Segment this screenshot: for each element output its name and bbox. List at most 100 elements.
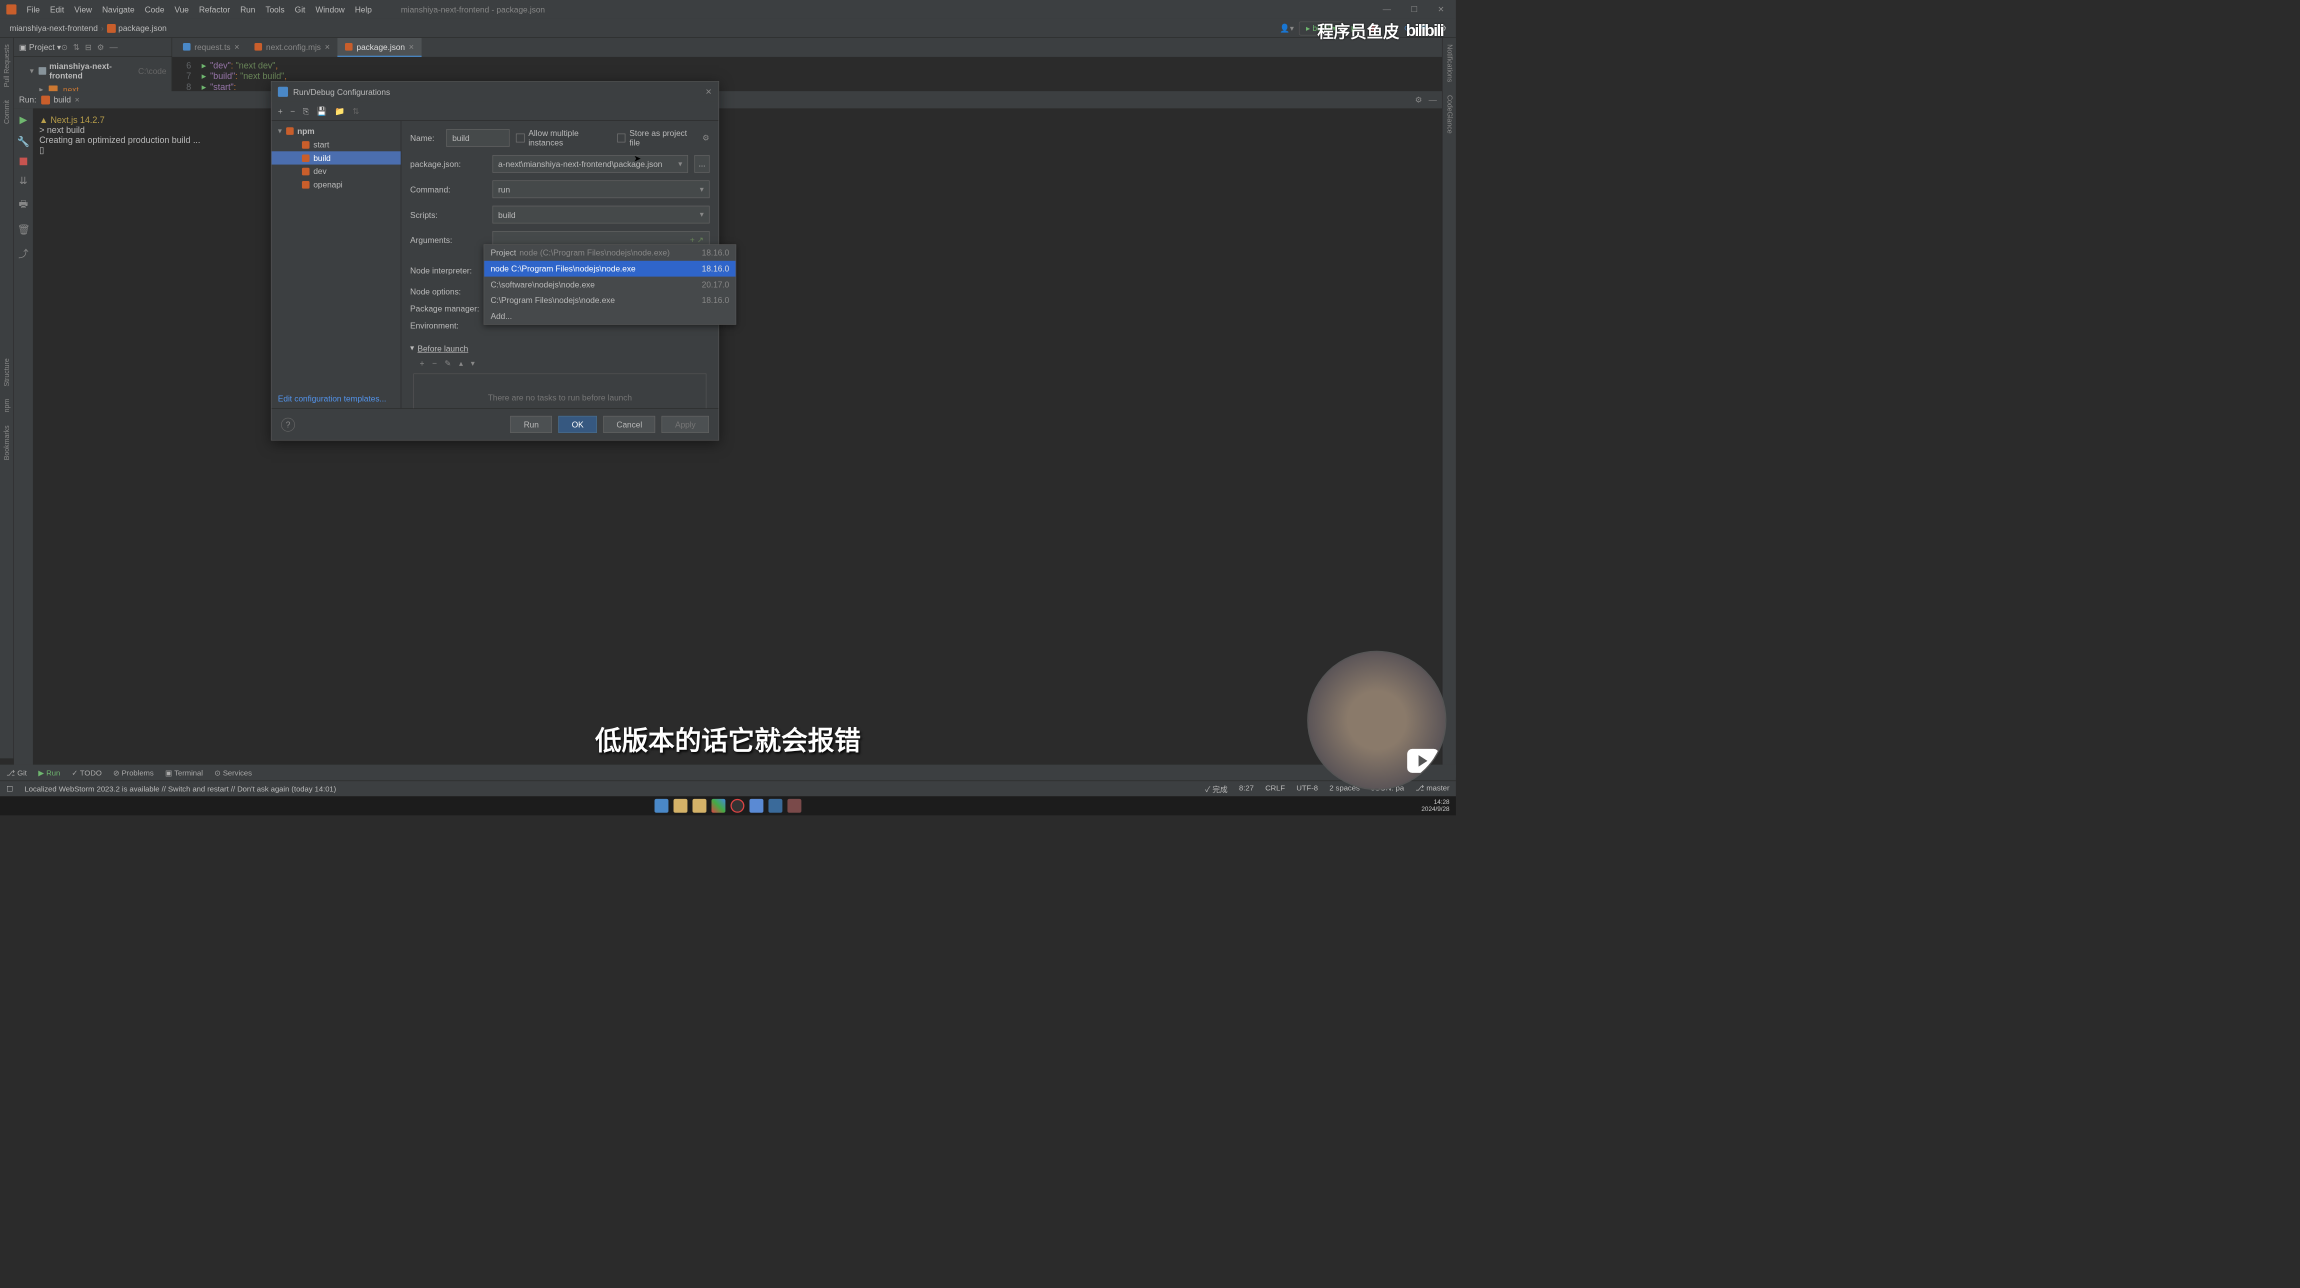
- select-opened-icon[interactable]: ⊙: [61, 42, 68, 52]
- dropdown-item-program-files-node[interactable]: C:\Program Files\nodejs\node.exe18.16.0: [484, 292, 735, 308]
- dropdown-item-add[interactable]: Add...: [484, 308, 735, 324]
- remove-task-icon[interactable]: −: [432, 358, 437, 368]
- config-item-start[interactable]: start: [272, 138, 401, 151]
- close-icon[interactable]: ×: [234, 42, 239, 52]
- todo-tool-tab[interactable]: ✓ TODO: [72, 768, 102, 777]
- config-type-npm[interactable]: ▾npm: [272, 124, 401, 138]
- commit-tab[interactable]: Commit: [3, 100, 11, 124]
- gutter-run-icon[interactable]: ▸: [197, 60, 210, 71]
- folder-icon[interactable]: 📁: [335, 106, 345, 116]
- gear-icon[interactable]: ⚙: [702, 133, 709, 143]
- settings-icon[interactable]: ⚙: [97, 42, 104, 52]
- package-json-field[interactable]: a-next\mianshiya-next-frontend\package.j…: [492, 155, 688, 173]
- tab-next-config[interactable]: next.config.mjs×: [247, 38, 337, 57]
- notification-text[interactable]: Localized WebStorm 2023.2 is available /…: [25, 784, 337, 793]
- taskbar-folder-icon[interactable]: [693, 799, 707, 813]
- config-item-openapi[interactable]: openapi: [272, 178, 401, 191]
- menu-window[interactable]: Window: [310, 5, 349, 14]
- close-icon[interactable]: ×: [409, 42, 414, 52]
- export-icon[interactable]: ⤴: [18, 246, 28, 261]
- terminal-tool-tab[interactable]: ▣ Terminal: [165, 768, 203, 777]
- problems-tool-tab[interactable]: ⊘ Problems: [113, 768, 154, 777]
- status-cursor-pos[interactable]: 8:27: [1239, 783, 1254, 794]
- taskbar-chrome-icon[interactable]: [711, 799, 725, 813]
- edit-task-icon[interactable]: ✎: [444, 358, 451, 368]
- down-icon[interactable]: ▾: [471, 358, 475, 368]
- menu-edit[interactable]: Edit: [45, 5, 69, 14]
- dialog-close-icon[interactable]: ✕: [705, 87, 712, 97]
- taskbar-webstorm-icon[interactable]: [768, 799, 782, 813]
- trash-icon[interactable]: 🗑: [17, 223, 30, 236]
- scripts-field[interactable]: build▾: [492, 206, 709, 224]
- close-icon[interactable]: ×: [325, 42, 330, 52]
- maximize-icon[interactable]: ☐: [1406, 4, 1424, 14]
- menu-vue[interactable]: Vue: [169, 5, 193, 14]
- services-tool-tab[interactable]: ⊙ Services: [214, 768, 252, 777]
- git-tool-tab[interactable]: ⎇ Git: [6, 768, 27, 777]
- command-field[interactable]: run▾: [492, 180, 709, 198]
- ok-button[interactable]: OK: [558, 416, 596, 433]
- run-settings-icon[interactable]: ⚙: [1415, 95, 1422, 105]
- add-config-icon[interactable]: +: [278, 106, 283, 115]
- user-icon[interactable]: 👤▾: [1280, 23, 1294, 33]
- wrench-icon[interactable]: 🔧: [17, 135, 30, 148]
- config-item-dev[interactable]: dev: [272, 165, 401, 178]
- menu-git[interactable]: Git: [290, 5, 311, 14]
- menu-tools[interactable]: Tools: [260, 5, 289, 14]
- close-icon[interactable]: ✕: [1433, 4, 1450, 14]
- taskbar-app2-icon[interactable]: [787, 799, 801, 813]
- minimize-icon[interactable]: —: [1378, 4, 1396, 14]
- run-console[interactable]: ▲ Next.js 14.2.7 > next build Creating a…: [33, 108, 1442, 777]
- copy-config-icon[interactable]: ⎘: [303, 106, 310, 116]
- expand-all-icon[interactable]: ⇅: [73, 42, 80, 52]
- scroll-icon[interactable]: ⇊: [19, 175, 27, 188]
- stop-icon[interactable]: [20, 158, 28, 166]
- browse-button[interactable]: ...: [694, 155, 709, 173]
- menu-view[interactable]: View: [69, 5, 97, 14]
- rerun-icon[interactable]: ▶: [20, 113, 28, 126]
- status-icon[interactable]: ☐: [6, 784, 13, 793]
- add-task-icon[interactable]: +: [420, 358, 425, 368]
- remove-config-icon[interactable]: −: [290, 106, 295, 115]
- config-item-build[interactable]: build: [272, 151, 401, 164]
- status-branch[interactable]: ⎇ master: [1415, 783, 1449, 794]
- run-hide-icon[interactable]: —: [1429, 95, 1437, 105]
- store-project-checkbox[interactable]: Store as project file: [617, 128, 696, 147]
- tab-package-json[interactable]: package.json×: [337, 38, 421, 57]
- taskbar-record-icon[interactable]: [730, 799, 744, 813]
- menu-navigate[interactable]: Navigate: [97, 5, 140, 14]
- run-tool-tab[interactable]: ▶ Run: [38, 768, 60, 777]
- play-icon[interactable]: [1407, 749, 1439, 773]
- name-field[interactable]: build: [446, 129, 509, 147]
- hide-icon[interactable]: —: [109, 42, 117, 52]
- edit-templates-link[interactable]: Edit configuration templates...: [272, 389, 393, 409]
- breadcrumb-project[interactable]: mianshiya-next-frontend: [6, 23, 101, 32]
- run-button[interactable]: Run: [510, 416, 552, 433]
- menu-code[interactable]: Code: [140, 5, 170, 14]
- npm-tab[interactable]: npm: [3, 399, 11, 413]
- run-tab-build[interactable]: build ×: [41, 95, 80, 104]
- bookmarks-tab[interactable]: Bookmarks: [3, 425, 11, 460]
- dropdown-item-software-node[interactable]: C:\software\nodejs\node.exe20.17.0: [484, 277, 735, 293]
- pull-requests-tab[interactable]: Pull Requests: [3, 44, 11, 87]
- apply-button[interactable]: Apply: [662, 416, 709, 433]
- gutter-run-icon[interactable]: ▸: [197, 71, 210, 82]
- menu-help[interactable]: Help: [350, 5, 377, 14]
- dropdown-item-node-program-files[interactable]: node C:\Program Files\nodejs\node.exe18.…: [484, 261, 735, 277]
- dropdown-item-project[interactable]: Projectnode (C:\Program Files\nodejs\nod…: [484, 245, 735, 261]
- menu-run[interactable]: Run: [235, 5, 260, 14]
- help-button[interactable]: ?: [281, 417, 295, 431]
- before-launch-header[interactable]: ▾Before launch: [410, 343, 709, 353]
- collapse-all-icon[interactable]: ⊟: [85, 42, 92, 52]
- notifications-tab[interactable]: Notifications: [1445, 44, 1453, 82]
- allow-multiple-checkbox[interactable]: Allow multiple instances: [516, 128, 611, 147]
- taskbar-explorer-icon[interactable]: [674, 799, 688, 813]
- breadcrumb-file[interactable]: package.json: [104, 23, 170, 33]
- tab-request-ts[interactable]: request.ts×: [175, 38, 247, 57]
- status-line-sep[interactable]: CRLF: [1265, 783, 1285, 794]
- tree-root[interactable]: ▾mianshiya-next-frontendC:\code: [14, 60, 172, 83]
- print-icon[interactable]: 🖶: [19, 197, 29, 214]
- taskbar-clock[interactable]: 14:282024/9/28: [1421, 799, 1449, 813]
- taskbar-app-icon[interactable]: [749, 799, 763, 813]
- save-config-icon[interactable]: 💾: [317, 106, 327, 116]
